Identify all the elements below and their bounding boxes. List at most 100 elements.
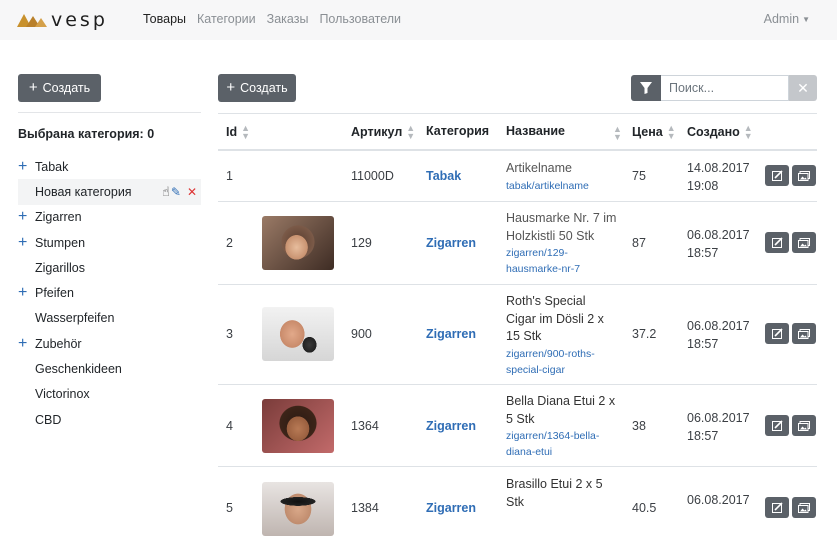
expand-plus-icon[interactable]: +	[18, 234, 35, 250]
delete-icon[interactable]: ✕	[187, 185, 197, 199]
main-create-label: Создать	[240, 81, 288, 95]
filter-icon	[640, 82, 652, 94]
row-category-link[interactable]: Tabak	[426, 169, 461, 183]
edit-button[interactable]	[765, 415, 789, 436]
row-name-text: 5 Stk	[506, 411, 535, 426]
nav-products[interactable]: Товары	[143, 12, 186, 26]
table-top-border	[218, 113, 817, 114]
row-name: Bella Diana Etui 2 x 5 Stk zigarren/1364…	[506, 393, 615, 460]
sort-icon[interactable]: ▲ ▼	[613, 125, 622, 142]
row-name-text: Artikelname	[506, 161, 572, 175]
expand-plus-icon[interactable]: +	[18, 158, 35, 174]
tree-item-geschenkideen[interactable]: Geschenkideen	[18, 356, 201, 381]
tree-item-pfeifen[interactable]: + Pfeifen	[18, 280, 201, 305]
row-category-link[interactable]: Zigarren	[426, 327, 476, 341]
tree-item-victorinox[interactable]: Victorinox	[18, 382, 201, 407]
nav-categories[interactable]: Категории	[197, 12, 256, 26]
product-thumbnail[interactable]	[262, 482, 334, 536]
row-created: 06.08.2017 18:57	[687, 410, 750, 445]
images-button[interactable]	[792, 232, 816, 253]
image-icon	[798, 237, 810, 248]
row-divider	[218, 466, 817, 467]
category-tree: + Tabak Новая категория ☝ ✎ ✕ + Zigarren +…	[18, 154, 201, 432]
tree-item-label: Victorinox	[35, 387, 90, 402]
tree-item-zubehor[interactable]: + Zubehör	[18, 331, 201, 356]
tree-item-cbd[interactable]: CBD	[18, 407, 201, 432]
row-id: 1	[226, 169, 233, 183]
row-category-link[interactable]: Zigarren	[426, 419, 476, 433]
image-icon	[798, 502, 810, 513]
main-create-button[interactable]: + Создать	[218, 74, 296, 102]
clear-search-button[interactable]: ✕	[789, 75, 817, 101]
row-created: 06.08.2017 18:57	[687, 227, 750, 262]
row-name: Brasillo Etui 2 x 5 Stk	[506, 476, 603, 511]
images-button[interactable]	[792, 497, 816, 518]
row-id: 4	[226, 419, 233, 433]
edit-button[interactable]	[765, 323, 789, 344]
row-created: 14.08.2017 19:08	[687, 160, 750, 195]
filter-button[interactable]	[631, 75, 661, 101]
col-name-header[interactable]: Название	[506, 124, 565, 138]
admin-label: Admin	[763, 12, 800, 26]
col-created-header[interactable]: Создано ▲ ▼	[687, 124, 753, 141]
row-price: 87	[632, 236, 646, 250]
tree-item-wasserpfeifen[interactable]: Wasserpfeifen	[18, 306, 201, 331]
tree-item-zigarillos[interactable]: Zigarillos	[18, 255, 201, 280]
images-button[interactable]	[792, 323, 816, 344]
row-slug-link[interactable]: diana-etui	[506, 444, 615, 460]
row-slug-link[interactable]: tabak/artikelname	[506, 178, 589, 194]
row-price: 75	[632, 169, 646, 183]
images-button[interactable]	[792, 165, 816, 186]
main-nav: Товары Категории Заказы Пользователи	[143, 12, 412, 26]
expand-plus-icon[interactable]: +	[18, 285, 35, 301]
row-name-text: Holzkistli 50 Stk	[506, 228, 595, 243]
product-thumbnail[interactable]	[262, 307, 334, 361]
row-id: 5	[226, 501, 233, 515]
row-slug-link[interactable]: hausmarke-nr-7	[506, 261, 616, 277]
tree-item-tabak[interactable]: + Tabak	[18, 154, 201, 179]
sort-icon: ▲ ▼	[406, 123, 416, 141]
row-slug-link[interactable]: zigarren/900-roths-	[506, 346, 604, 362]
col-article-label: Артикул	[351, 125, 403, 139]
edit-icon	[771, 502, 783, 513]
search-input[interactable]	[661, 75, 789, 101]
brand-text: vesp	[51, 9, 108, 31]
expand-plus-icon[interactable]: +	[18, 209, 35, 225]
selected-category-label: Выбрана категория: 0	[18, 127, 155, 141]
col-price-label: Цена	[632, 125, 663, 139]
edit-button[interactable]	[765, 232, 789, 253]
sidebar-create-button[interactable]: + Создать	[18, 74, 101, 102]
expand-plus-icon[interactable]: +	[18, 335, 35, 351]
row-category-link[interactable]: Zigarren	[426, 236, 476, 250]
nav-users[interactable]: Пользователи	[319, 12, 401, 26]
row-category-link[interactable]: Zigarren	[426, 501, 476, 515]
edit-button[interactable]	[765, 165, 789, 186]
sidebar-create-label: Создать	[42, 81, 91, 95]
row-slug-link[interactable]: zigarren/1364-bella-	[506, 428, 615, 444]
product-thumbnail[interactable]	[262, 399, 334, 453]
close-icon: ✕	[797, 79, 809, 96]
col-id-header[interactable]: Id ▲ ▼	[226, 124, 250, 141]
row-created: 06.08.2017 18:57	[687, 318, 750, 353]
edit-icon[interactable]: ✎	[171, 185, 181, 199]
edit-icon	[771, 237, 783, 248]
tree-item-label: Zigarillos	[35, 260, 86, 275]
col-price-header[interactable]: Цена ▲ ▼	[632, 124, 676, 141]
row-date: 06.08.2017	[687, 493, 750, 507]
tree-item-stumpen[interactable]: + Stumpen	[18, 230, 201, 255]
tree-item-label: Geschenkideen	[35, 362, 122, 377]
tree-item-new-category[interactable]: Новая категория ☝ ✎ ✕	[18, 179, 201, 205]
row-slug-link[interactable]: zigarren/129-	[506, 245, 616, 261]
brand-logo[interactable]: vesp	[17, 9, 108, 31]
product-thumbnail[interactable]	[262, 216, 334, 270]
images-button[interactable]	[792, 415, 816, 436]
table-header-border	[218, 149, 817, 151]
row-name: Roth's Special Cigar im Dösli 2 x 15 Stk…	[506, 293, 604, 378]
admin-menu[interactable]: Admin ▼	[764, 12, 810, 26]
row-article: 11000D	[351, 169, 394, 183]
tree-item-zigarren[interactable]: + Zigarren	[18, 205, 201, 230]
edit-button[interactable]	[765, 497, 789, 518]
row-slug-link[interactable]: special-cigar	[506, 362, 604, 378]
row-name-text: Bella Diana Etui 2 x	[506, 394, 616, 408]
nav-orders[interactable]: Заказы	[267, 12, 309, 26]
